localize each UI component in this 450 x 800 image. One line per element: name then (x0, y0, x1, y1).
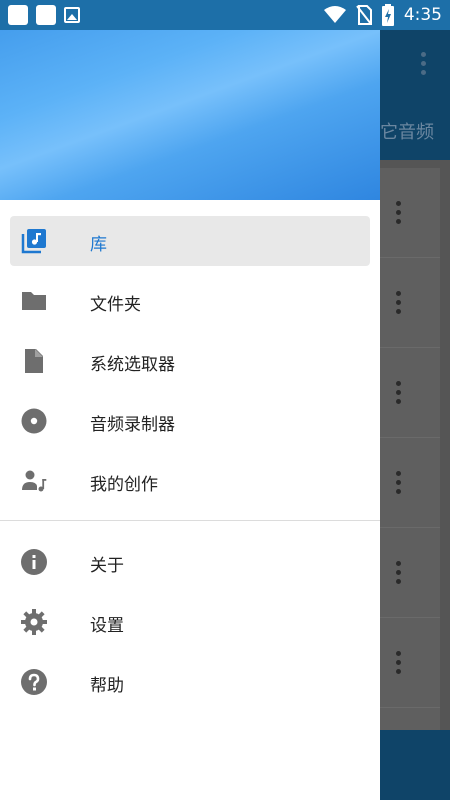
nav-label: 系统选取器 (90, 355, 175, 375)
item-overflow-icon[interactable] (396, 561, 401, 584)
background-bottom-bar (380, 730, 450, 800)
nav-item-audio-recorder[interactable]: 音频录制器 (10, 396, 370, 446)
nav-label: 库 (90, 235, 107, 255)
nav-item-about[interactable]: 关于 (10, 537, 370, 587)
image-notification-icon (64, 7, 80, 23)
nav-item-help[interactable]: 帮助 (10, 657, 370, 707)
library-music-icon (21, 229, 46, 254)
nav-item-system-picker[interactable]: 系统选取器 (10, 336, 370, 386)
no-sim-icon (356, 5, 372, 25)
item-overflow-icon[interactable] (396, 201, 401, 224)
list-item[interactable] (380, 438, 440, 528)
nav-item-library[interactable]: 库 (10, 216, 370, 266)
list-item[interactable] (380, 168, 440, 258)
file-icon (25, 349, 43, 373)
list-item[interactable] (380, 618, 440, 708)
overflow-menu-icon[interactable] (416, 52, 430, 78)
disc-icon (21, 408, 47, 434)
status-bar: 4:35 (0, 0, 450, 30)
wifi-icon (323, 6, 346, 23)
person-music-icon (22, 470, 47, 492)
nav-label: 帮助 (90, 676, 124, 696)
notification-icon (36, 5, 56, 25)
drawer-divider (0, 520, 380, 521)
list-item[interactable] (380, 258, 440, 348)
folder-icon (22, 292, 46, 310)
list-item[interactable] (380, 528, 440, 618)
nav-label: 设置 (90, 616, 124, 636)
item-overflow-icon[interactable] (396, 291, 401, 314)
background-list (380, 168, 440, 768)
item-overflow-icon[interactable] (396, 651, 401, 674)
nav-item-my-creations[interactable]: 我的创作 (10, 456, 370, 506)
nav-label: 音频录制器 (90, 415, 175, 435)
help-icon (21, 669, 47, 695)
background-tab-label[interactable]: 它音频 (380, 118, 434, 144)
item-overflow-icon[interactable] (396, 381, 401, 404)
info-icon (21, 549, 47, 575)
status-time: 4:35 (403, 5, 442, 25)
list-item[interactable] (380, 348, 440, 438)
nav-label: 文件夹 (90, 295, 141, 315)
nav-label: 关于 (90, 556, 124, 576)
battery-charging-icon (381, 4, 394, 26)
gear-icon (21, 609, 47, 635)
drawer-header (0, 0, 380, 200)
nav-item-settings[interactable]: 设置 (10, 597, 370, 647)
item-overflow-icon[interactable] (396, 471, 401, 494)
navigation-drawer: 库 文件夹 系统选取器 音频录制器 我的创作 关于 设置 帮助 (0, 0, 380, 800)
notification-icon (8, 5, 28, 25)
nav-label: 我的创作 (90, 475, 158, 495)
nav-item-folder[interactable]: 文件夹 (10, 276, 370, 326)
